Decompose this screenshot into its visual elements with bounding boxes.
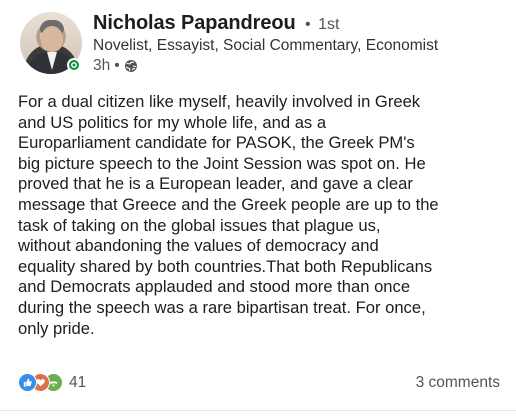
author-name-line: Nicholas Papandreou • 1st [93, 12, 339, 35]
reactions-summary[interactable]: 41 [18, 373, 86, 392]
author-headline: Novelist, Essayist, Social Commentary, E… [93, 37, 439, 54]
reaction-count: 41 [69, 373, 87, 391]
connection-degree: 1st [318, 16, 340, 33]
post-social-counts: 41 3 comments [18, 373, 500, 395]
meta-separator-dot: • [114, 57, 120, 74]
author-name[interactable]: Nicholas Papandreou [93, 12, 296, 34]
like-icon [18, 373, 37, 392]
post-body-text: For a dual citizen like myself, heavily … [18, 92, 439, 338]
post-header: Nicholas Papandreou • 1st Novelist, Essa… [17, 9, 507, 77]
globe-icon [124, 59, 138, 73]
feed-post: Nicholas Papandreou • 1st Novelist, Essa… [0, 0, 516, 419]
name-separator-dot: • [305, 16, 311, 33]
comments-count-link[interactable]: 3 comments [416, 374, 500, 392]
footer-divider [0, 410, 516, 411]
online-status-indicator [67, 58, 81, 72]
post-meta: 3h • [93, 57, 138, 75]
post-time: 3h [93, 57, 111, 74]
avatar-face [41, 26, 63, 52]
